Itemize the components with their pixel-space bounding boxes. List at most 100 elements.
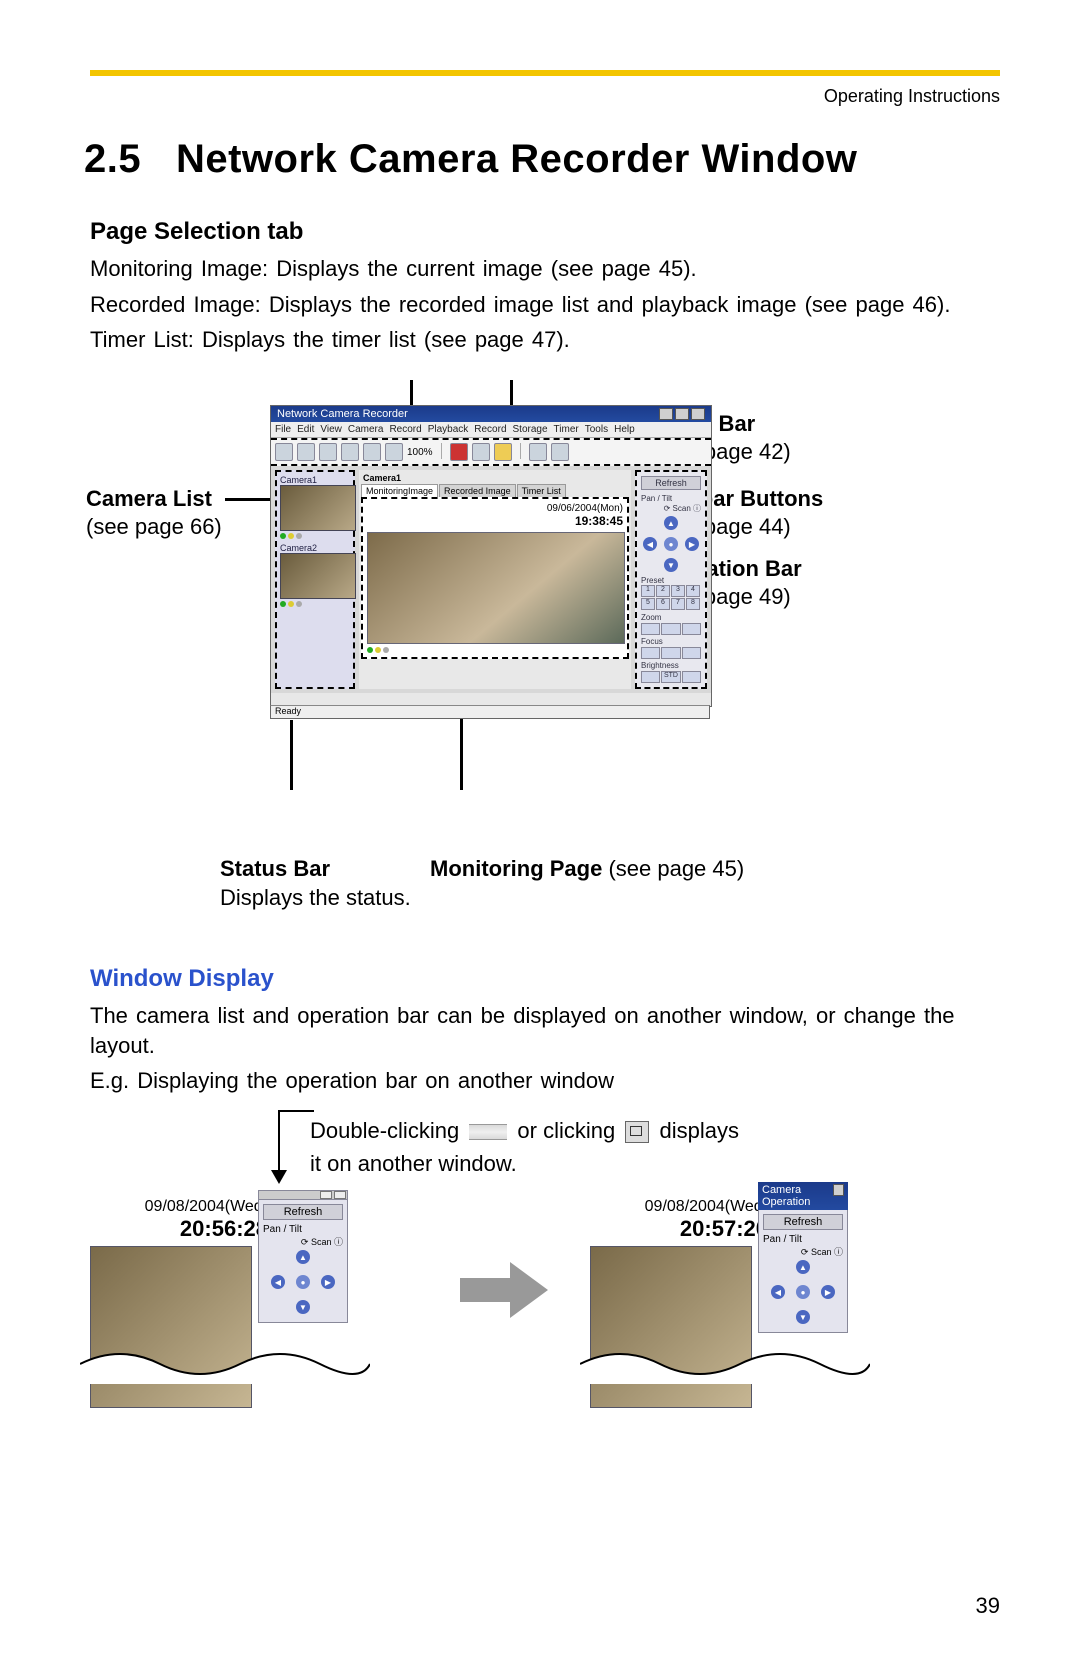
toolbar-button[interactable] <box>319 443 337 461</box>
small-date: 09/08/2004(Wed) <box>608 1198 768 1216</box>
zoom-button[interactable] <box>682 623 701 635</box>
preset-button[interactable]: 4 <box>686 585 700 597</box>
toolbar-button[interactable] <box>297 443 315 461</box>
menu-item[interactable]: View <box>320 424 342 435</box>
pan-left-button[interactable]: ◀ <box>771 1285 785 1299</box>
refresh-button[interactable]: Refresh <box>763 1214 843 1230</box>
preset-button[interactable]: 8 <box>686 598 700 610</box>
dpad: ▲ ▼ ◀ ▶ ● <box>271 1250 335 1314</box>
zoom-level: 100% <box>407 447 433 458</box>
note-part-d: it on another window. <box>310 1151 517 1176</box>
std-button[interactable]: STD <box>661 671 680 683</box>
subheading-window-display: Window Display <box>90 965 1000 993</box>
monitoring-content: 09/06/2004(Mon) 19:38:45 <box>361 497 629 659</box>
tab-recorded[interactable]: Recorded Image <box>439 484 516 497</box>
bottom-callouts: Status Bar Displays the status. Monitori… <box>90 855 1000 935</box>
callout-monitoring-ref: (see page 45) <box>602 856 744 881</box>
small-time: 20:56:28 <box>108 1216 268 1242</box>
close-icon[interactable] <box>833 1184 844 1196</box>
menu-item[interactable]: Timer <box>554 424 579 435</box>
figure-window-display: 09/08/2004(Wed) 20:56:28 Refresh Pan / T… <box>90 1190 1000 1490</box>
preset-button[interactable]: 6 <box>656 598 670 610</box>
tilt-down-button[interactable]: ▼ <box>796 1310 810 1324</box>
pan-right-button[interactable]: ▶ <box>685 537 699 551</box>
minimize-icon[interactable] <box>659 408 673 420</box>
page-tabs: MonitoringImage Recorded Image Timer Lis… <box>361 484 629 497</box>
toolbar-button[interactable] <box>275 443 293 461</box>
toolbar-button[interactable] <box>551 443 569 461</box>
menu-item[interactable]: Storage <box>513 424 548 435</box>
toolbar-button[interactable] <box>472 443 490 461</box>
tilt-up-button[interactable]: ▲ <box>296 1250 310 1264</box>
preset-button[interactable]: 2 <box>656 585 670 597</box>
preset-button[interactable]: 3 <box>671 585 685 597</box>
focus-button[interactable] <box>682 647 701 659</box>
preset-button[interactable]: 5 <box>641 598 655 610</box>
focus-button[interactable] <box>661 647 680 659</box>
leader-line <box>278 1110 280 1174</box>
window-titlebar: Network Camera Recorder <box>271 406 711 422</box>
small-date: 09/08/2004(Wed) <box>108 1198 268 1216</box>
menu-item[interactable]: Camera <box>348 424 384 435</box>
popout-icon[interactable] <box>320 1191 332 1199</box>
center-button[interactable]: ● <box>664 537 678 551</box>
menu-item[interactable]: Playback <box>428 424 469 435</box>
zoom-button[interactable] <box>661 623 680 635</box>
refresh-button[interactable]: Refresh <box>641 476 701 490</box>
menu-item[interactable]: Tools <box>585 424 608 435</box>
record-icon[interactable] <box>450 443 468 461</box>
pan-left-button[interactable]: ◀ <box>643 537 657 551</box>
monitoring-panel: Camera1 MonitoringImage Recorded Image T… <box>359 470 631 689</box>
maximize-icon[interactable] <box>675 408 689 420</box>
preset-button[interactable]: 1 <box>641 585 655 597</box>
zoom-label: Zoom <box>641 613 701 622</box>
center-button[interactable]: ● <box>296 1275 310 1289</box>
tilt-up-button[interactable]: ▲ <box>664 516 678 530</box>
close-icon[interactable] <box>691 408 705 420</box>
status-dot-icon <box>280 601 286 607</box>
section-number: 2.5 <box>84 137 141 181</box>
figure-main: Camera List (see page 66) Menu Bar (see … <box>90 385 1000 845</box>
arrow-right-icon <box>460 1260 550 1325</box>
pan-left-button[interactable]: ◀ <box>271 1275 285 1289</box>
torn-edge-icon <box>80 1344 370 1384</box>
zoom-button[interactable] <box>641 623 660 635</box>
menu-item[interactable]: Help <box>614 424 635 435</box>
pan-right-button[interactable]: ▶ <box>821 1285 835 1299</box>
focus-button[interactable] <box>641 647 660 659</box>
focus-label: Focus <box>641 637 701 646</box>
running-header: Operating Instructions <box>90 86 1000 107</box>
monitoring-title: Camera1 <box>361 472 629 484</box>
brightness-button[interactable] <box>682 671 701 683</box>
leader-line <box>278 1110 314 1112</box>
tilt-down-button[interactable]: ▼ <box>664 558 678 572</box>
drag-handle-icon <box>469 1124 507 1140</box>
callout-monitoring-title: Monitoring Page <box>430 856 602 881</box>
leader-line <box>290 720 293 790</box>
center-button[interactable]: ● <box>796 1285 810 1299</box>
menu-item[interactable]: Record <box>474 424 506 435</box>
menu-item[interactable]: Record <box>389 424 421 435</box>
zoom-in-icon[interactable] <box>363 443 381 461</box>
tab-timer[interactable]: Timer List <box>517 484 566 497</box>
tilt-down-button[interactable]: ▼ <box>296 1300 310 1314</box>
pan-right-button[interactable]: ▶ <box>321 1275 335 1289</box>
camera-item[interactable]: Camera2 <box>280 543 350 607</box>
toolbar-button[interactable] <box>529 443 547 461</box>
close-icon[interactable] <box>334 1191 346 1199</box>
camera-item[interactable]: Camera1 <box>280 475 350 539</box>
zoom-out-icon[interactable] <box>385 443 403 461</box>
menu-item[interactable]: Edit <box>297 424 314 435</box>
pantilt-label: Pan / Tilt <box>641 494 701 503</box>
preset-button[interactable]: 7 <box>671 598 685 610</box>
section-title: 2.5 Network Camera Recorder Window <box>84 137 1000 182</box>
refresh-button[interactable]: Refresh <box>263 1204 343 1220</box>
toolbar-button[interactable] <box>494 443 512 461</box>
tab-monitoring[interactable]: MonitoringImage <box>361 484 438 497</box>
menu-item[interactable]: File <box>275 424 291 435</box>
toolbar-button[interactable] <box>341 443 359 461</box>
callout-monitoring: Monitoring Page (see page 45) <box>430 855 744 884</box>
tilt-up-button[interactable]: ▲ <box>796 1260 810 1274</box>
camera-item-label: Camera2 <box>280 543 350 553</box>
brightness-button[interactable] <box>641 671 660 683</box>
